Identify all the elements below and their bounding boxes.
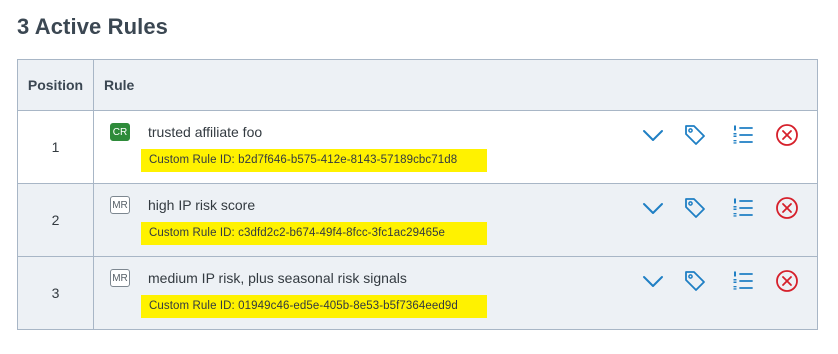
rule-cell: MR medium IP risk, plus seasonal risk si… bbox=[93, 256, 818, 330]
remove-rule-button[interactable] bbox=[774, 268, 800, 294]
numbered-list-button[interactable] bbox=[730, 268, 756, 294]
table-row: 1 CR trusted affiliate foo Custom Rule I… bbox=[17, 110, 818, 184]
tag-icon bbox=[685, 125, 705, 145]
table-header-row: Position Rule bbox=[17, 59, 818, 111]
numbered-list-icon bbox=[733, 125, 753, 144]
rule-cell: CR trusted affiliate foo Custom Rule ID:… bbox=[93, 110, 818, 184]
rule-cell: MR high IP risk score Custom Rule ID: c3… bbox=[93, 183, 818, 257]
rule-id-label: Custom Rule ID: 01949c46-ed5e-405b-8e53-… bbox=[141, 295, 487, 318]
row-position: 1 bbox=[17, 110, 94, 184]
managed-rule-badge: MR bbox=[110, 196, 130, 214]
custom-rule-badge: CR bbox=[110, 123, 130, 141]
remove-circle-icon bbox=[776, 270, 798, 292]
row-position: 3 bbox=[17, 256, 94, 330]
tag-button[interactable] bbox=[682, 195, 708, 221]
chevron-down-icon bbox=[643, 203, 663, 214]
rule-name: trusted affiliate foo bbox=[148, 124, 263, 140]
numbered-list-icon bbox=[733, 198, 753, 217]
remove-circle-icon bbox=[776, 197, 798, 219]
rule-name: medium IP risk, plus seasonal risk signa… bbox=[148, 270, 407, 286]
chevron-down-icon bbox=[643, 276, 663, 287]
chevron-down-icon bbox=[643, 130, 663, 141]
numbered-list-icon bbox=[733, 271, 753, 290]
expand-row-button[interactable] bbox=[640, 268, 666, 294]
expand-row-button[interactable] bbox=[640, 195, 666, 221]
column-header-position: Position bbox=[17, 59, 94, 111]
expand-row-button[interactable] bbox=[640, 122, 666, 148]
remove-rule-button[interactable] bbox=[774, 122, 800, 148]
table-row: 3 MR medium IP risk, plus seasonal risk … bbox=[17, 256, 818, 330]
rule-name: high IP risk score bbox=[148, 197, 256, 213]
page-title: 3 Active Rules bbox=[17, 14, 168, 39]
active-rules-table: Position Rule 1 CR trusted affiliate foo… bbox=[17, 59, 818, 330]
column-header-rule: Rule bbox=[93, 59, 818, 111]
tag-icon bbox=[685, 198, 705, 218]
table-row: 2 MR high IP risk score Custom Rule ID: … bbox=[17, 183, 818, 257]
managed-rule-badge: MR bbox=[110, 269, 130, 287]
rule-id-label: Custom Rule ID: c3dfd2c2-b674-49f4-8fcc-… bbox=[141, 222, 487, 245]
numbered-list-button[interactable] bbox=[730, 195, 756, 221]
rule-id-label: Custom Rule ID: b2d7f646-b575-412e-8143-… bbox=[141, 149, 487, 172]
tag-button[interactable] bbox=[682, 268, 708, 294]
numbered-list-button[interactable] bbox=[730, 122, 756, 148]
row-position: 2 bbox=[17, 183, 94, 257]
tag-icon bbox=[685, 271, 705, 291]
tag-button[interactable] bbox=[682, 122, 708, 148]
remove-circle-icon bbox=[776, 124, 798, 146]
remove-rule-button[interactable] bbox=[774, 195, 800, 221]
